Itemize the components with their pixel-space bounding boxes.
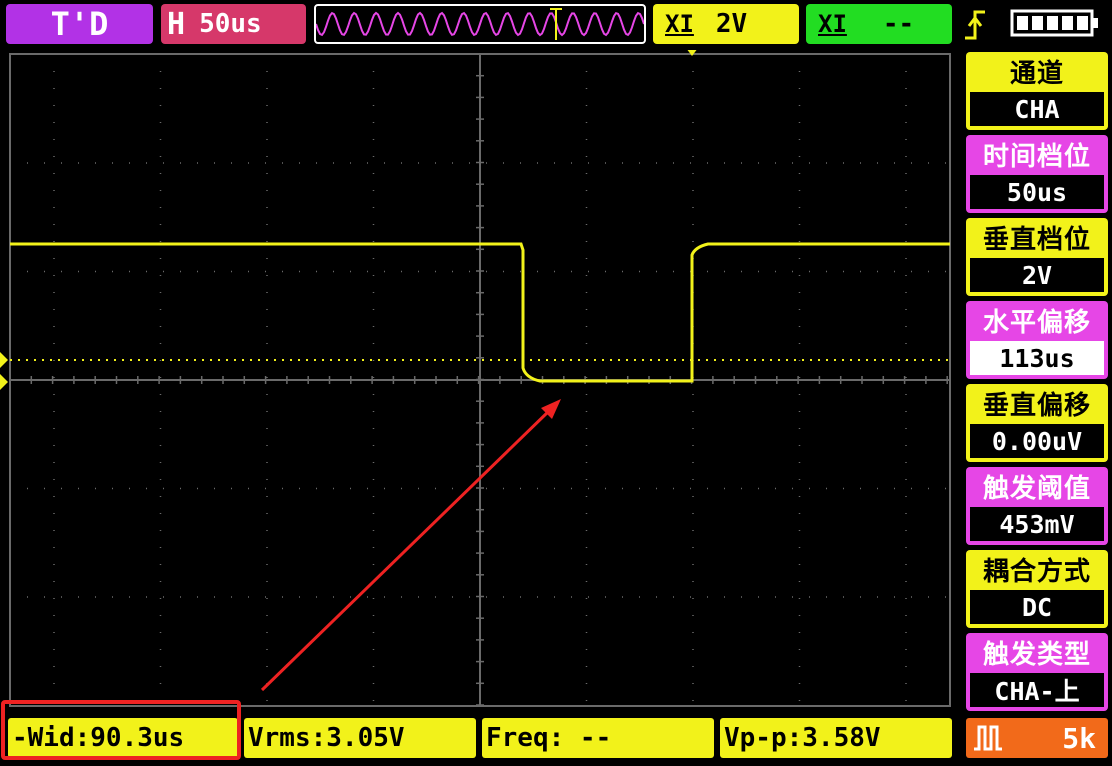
menu-item-coupling[interactable]: 耦合方式 DC — [966, 550, 1108, 628]
measurement-vrms-value: Vrms:3.05V — [248, 723, 405, 753]
measurement-peak-to-peak-value: Vp-p:3.58V — [724, 723, 881, 753]
channel-a-scale: 2V — [715, 9, 748, 39]
menu-item-value: 2V — [970, 258, 1104, 292]
pulse-icon — [974, 725, 1002, 751]
menu-item-value: DC — [970, 590, 1104, 624]
menu-item-value: 113us — [970, 341, 1104, 375]
menu-item-value: 50us — [970, 175, 1104, 209]
channel-b-indicator[interactable]: XI -- — [806, 4, 952, 44]
oscilloscope-display[interactable] — [0, 50, 960, 714]
measurement-frequency-value: Freq: -- — [486, 723, 612, 753]
menu-item-channel[interactable]: 通道 CHA — [966, 52, 1108, 130]
menu-item-value: 453mV — [970, 507, 1104, 541]
menu-item-label: 水平偏移 — [982, 307, 1091, 338]
measurement-peak-to-peak[interactable]: Vp-p:3.58V — [720, 718, 952, 758]
menu-item-label: 垂直档位 — [982, 224, 1091, 255]
timebase-indicator[interactable]: H 50us — [161, 4, 306, 44]
trigger-rising-edge-icon — [965, 10, 985, 40]
battery-icon — [1010, 9, 1098, 37]
waveform-overview — [314, 4, 646, 44]
measurement-frequency[interactable]: Freq: -- — [482, 718, 714, 758]
menu-item-label: 触发阈值 — [982, 473, 1091, 504]
menu-item-label: 耦合方式 — [982, 556, 1091, 587]
acquisition-depth-indicator[interactable]: 5k — [966, 718, 1108, 758]
timebase-value: 50us — [199, 9, 262, 39]
channel-a-coupling: XI — [665, 10, 694, 38]
menu-item-horizontal-offset[interactable]: 水平偏移 113us — [966, 301, 1108, 379]
menu-item-value: CHA — [970, 92, 1104, 126]
menu-item-trigger-type[interactable]: 触发类型 CHA-上 — [966, 633, 1108, 711]
menu-item-trigger-threshold[interactable]: 触发阈值 453mV — [966, 467, 1108, 545]
measurement-vrms[interactable]: Vrms:3.05V — [244, 718, 476, 758]
menu-item-value: CHA-上 — [970, 673, 1104, 707]
acquisition-depth-value: 5k — [1062, 721, 1096, 755]
menu-item-vertical-scale[interactable]: 垂直档位 2V — [966, 218, 1108, 296]
menu-item-label: 通道 — [1009, 58, 1064, 89]
channel-b-scale: -- — [882, 9, 915, 39]
run-mode-indicator[interactable]: T'D — [6, 4, 153, 44]
timebase-letter: H — [167, 6, 186, 42]
menu-item-time-scale[interactable]: 时间档位 50us — [966, 135, 1108, 213]
menu-item-label: 时间档位 — [982, 141, 1091, 172]
menu-item-label: 触发类型 — [982, 639, 1091, 670]
run-mode-label: T'D — [50, 5, 109, 43]
channel-b-coupling: XI — [818, 10, 847, 38]
annotation-highlight-box — [1, 700, 241, 760]
menu-item-value: 0.00uV — [970, 424, 1104, 458]
menu-item-vertical-offset[interactable]: 垂直偏移 0.00uV — [966, 384, 1108, 462]
status-bar: T'D H 50us XI 2V XI -- — [0, 0, 1112, 50]
channel-a-indicator[interactable]: XI 2V — [653, 4, 799, 44]
waveform-overview-icon — [316, 8, 644, 40]
menu-item-label: 垂直偏移 — [982, 390, 1091, 421]
